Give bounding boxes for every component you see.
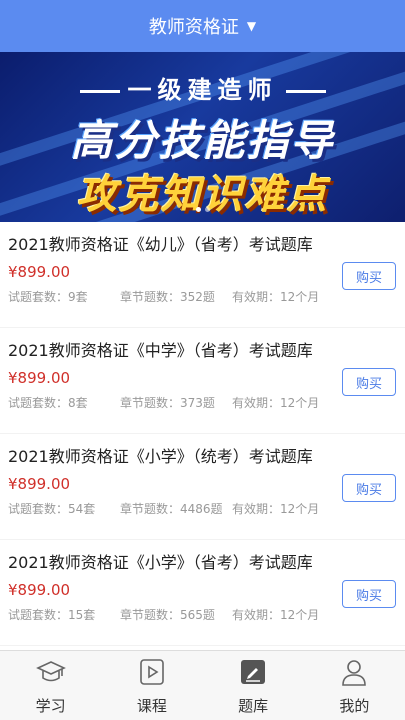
validity: 有效期：12个月 — [232, 290, 320, 304]
carousel-indicator — [0, 197, 405, 216]
bottom-tab-bar: 学习 课程 题库 我的 — [0, 650, 405, 720]
question-sets: 试题套数：8套 — [8, 396, 88, 410]
carousel-dot[interactable] — [204, 207, 210, 212]
chapter-questions: 章节题数：565题 — [120, 608, 215, 622]
product-title: 2021教师资格证《小学》（统考）考试题库 — [8, 447, 313, 466]
user-icon — [339, 657, 369, 687]
product-list[interactable]: 2021教师资格证《幼儿》（省考）考试题库 ¥899.00 试题套数：9套 章节… — [0, 222, 405, 650]
promo-banner[interactable]: 一级建造师 高分技能指导 攻克知识难点 — [0, 52, 405, 222]
chevron-down-icon[interactable]: ▼ — [247, 19, 256, 33]
list-item[interactable]: 2021教师资格证《幼儿》（省考）考试题库 ¥899.00 试题套数：9套 章节… — [0, 222, 405, 327]
product-price: ¥899.00 — [8, 475, 71, 493]
buy-button[interactable]: 购买 — [342, 262, 396, 290]
product-title: 2021教师资格证《中学》（省考）考试题库 — [8, 341, 313, 360]
edit-icon — [238, 657, 268, 687]
chapter-questions: 章节题数：4486题 — [120, 502, 223, 516]
product-meta: 试题套数：54套 章节题数：4486题 有效期：12个月 — [8, 500, 397, 517]
banner-line — [285, 89, 326, 93]
banner-subtitle: 一级建造师 — [0, 70, 405, 105]
product-meta: 试题套数：8套 章节题数：373题 有效期：12个月 — [8, 394, 397, 411]
question-sets: 试题套数：54套 — [8, 502, 96, 516]
chapter-questions: 章节题数：373题 — [120, 396, 215, 410]
validity: 有效期：12个月 — [232, 396, 320, 410]
tab-label: 学习 — [35, 697, 66, 715]
product-price: ¥899.00 — [8, 263, 71, 281]
buy-button[interactable]: 购买 — [342, 580, 396, 608]
product-price: ¥899.00 — [8, 369, 71, 387]
tab-study[interactable]: 学习 — [0, 651, 101, 720]
tab-courses[interactable]: 课程 — [101, 651, 202, 720]
product-meta: 试题套数：15套 章节题数：565题 有效期：12个月 — [8, 606, 397, 623]
chapter-questions: 章节题数：352题 — [120, 290, 215, 304]
product-price: ¥899.00 — [8, 581, 71, 599]
page-title: 教师资格证 — [148, 17, 239, 38]
banner-line — [79, 89, 120, 93]
product-title: 2021教师资格证《小学》（省考）考试题库 — [8, 553, 313, 572]
validity: 有效期：12个月 — [232, 502, 320, 516]
tab-mine[interactable]: 我的 — [304, 651, 405, 720]
buy-button[interactable]: 购买 — [342, 368, 396, 396]
question-sets: 试题套数：15套 — [8, 608, 96, 622]
carousel-dot[interactable] — [195, 207, 201, 212]
graduation-cap-icon — [35, 657, 66, 687]
question-sets: 试题套数：9套 — [8, 290, 88, 304]
buy-button[interactable]: 购买 — [342, 474, 396, 502]
tab-label: 课程 — [136, 697, 167, 715]
tab-label: 题库 — [238, 697, 269, 715]
tab-label: 我的 — [339, 697, 370, 715]
validity: 有效期：12个月 — [232, 608, 320, 622]
banner-headline-1: 高分技能指导 — [70, 116, 335, 165]
list-item[interactable]: 2021教师资格证《中学》（省考）考试题库 ¥899.00 试题套数：8套 章节… — [0, 328, 405, 433]
tab-question-bank[interactable]: 题库 — [203, 651, 304, 720]
product-meta: 试题套数：9套 章节题数：352题 有效期：12个月 — [8, 288, 397, 305]
list-item[interactable]: 2021教师资格证《小学》（省考）考试题库 ¥899.00 试题套数：15套 章… — [0, 540, 405, 645]
play-icon — [137, 657, 167, 687]
banner-subtitle-text: 一级建造师 — [127, 76, 278, 104]
app-header[interactable]: 教师资格证 ▼ — [0, 0, 405, 52]
list-item[interactable]: 2021教师资格证《小学》（统考）考试题库 ¥899.00 试题套数：54套 章… — [0, 434, 405, 539]
product-title: 2021教师资格证《幼儿》（省考）考试题库 — [8, 235, 313, 254]
